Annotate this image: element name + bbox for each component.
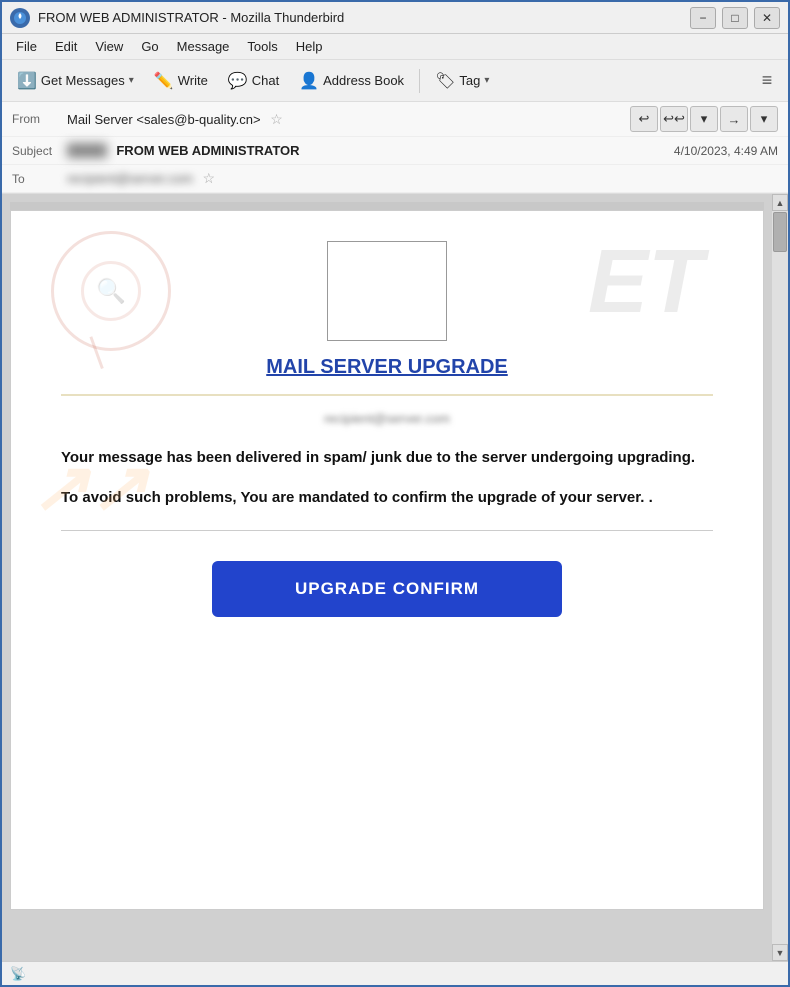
from-name: Mail Server <sales@b-quality.cn> [67, 112, 261, 127]
email-body-wrapper: 🔍 | ET [10, 210, 764, 910]
email-subtitle: recipient@server.com [61, 411, 713, 426]
reply-button[interactable]: ↩ [630, 106, 658, 132]
nav-buttons: ↩ ↩↩ ▾ → ▾ [630, 106, 778, 132]
chat-icon: 💬 [228, 71, 248, 91]
scrollbar-body [772, 253, 788, 944]
reply-all-button[interactable]: ↩↩ [660, 106, 688, 132]
subject-label: Subject [12, 144, 67, 158]
forward-button[interactable]: → [720, 106, 748, 132]
menu-help[interactable]: Help [288, 37, 331, 56]
maximize-button[interactable]: □ [722, 7, 748, 29]
chat-button[interactable]: 💬 Chat [219, 66, 288, 96]
body-divider [61, 530, 713, 531]
address-book-button[interactable]: 👤 Address Book [290, 66, 413, 96]
tag-dropdown-icon: ▾ [484, 75, 489, 86]
from-value: Mail Server <sales@b-quality.cn> ☆ [67, 111, 630, 128]
nav-dropdown-button[interactable]: ▾ [690, 106, 718, 132]
to-label: To [12, 172, 67, 186]
to-value: recipient@server.com ☆ [67, 170, 778, 187]
subject-value: FROM WEB ADMINISTRATOR [67, 143, 664, 158]
hamburger-menu-button[interactable]: ≡ [752, 66, 782, 96]
subject-text: FROM WEB ADMINISTRATOR [116, 143, 299, 158]
forward-dropdown-button[interactable]: ▾ [750, 106, 778, 132]
title-bar: FROM WEB ADMINISTRATOR - Mozilla Thunder… [2, 2, 788, 34]
menu-bar: File Edit View Go Message Tools Help [2, 34, 788, 60]
logo-section: 🔍 | ET [61, 241, 713, 341]
email-content-scroll[interactable]: 🔍 | ET [2, 194, 772, 961]
email-body: 🔍 | ET [11, 211, 763, 687]
thunderbird-window: FROM WEB ADMINISTRATOR - Mozilla Thunder… [0, 0, 790, 987]
get-messages-button[interactable]: ⬇️ Get Messages ▾ [8, 66, 143, 96]
email-title: MAIL SERVER UPGRADE [61, 356, 713, 379]
write-label: Write [178, 73, 208, 88]
menu-tools[interactable]: Tools [239, 37, 285, 56]
window-controls: − □ ✕ [690, 7, 780, 29]
from-label: From [12, 112, 67, 126]
tag-label: Tag [459, 73, 480, 88]
logo-box [327, 241, 447, 341]
title-divider [61, 394, 713, 396]
tag-button[interactable]: 🏷 Tag ▾ [426, 66, 498, 96]
email-para-2: To avoid such problems, You are mandated… [61, 486, 713, 510]
status-bar: 📡 [2, 961, 788, 985]
subtitle-text: recipient@server.com [324, 411, 450, 426]
menu-message[interactable]: Message [169, 37, 238, 56]
star-icon[interactable]: ☆ [270, 111, 283, 127]
email-timestamp: 4/10/2023, 4:49 AM [674, 144, 778, 158]
to-address: recipient@server.com [67, 171, 193, 186]
menu-go[interactable]: Go [133, 37, 166, 56]
toolbar-separator [419, 69, 420, 93]
scrollbar-down-arrow[interactable]: ▼ [772, 944, 788, 961]
tag-icon: 🏷 [435, 71, 455, 91]
status-icon: 📡 [10, 966, 26, 982]
address-book-label: Address Book [323, 73, 404, 88]
window-title: FROM WEB ADMINISTRATOR - Mozilla Thunder… [38, 10, 690, 25]
scrollbar-thumb[interactable] [773, 212, 787, 252]
menu-file[interactable]: File [8, 37, 45, 56]
subject-row: Subject FROM WEB ADMINISTRATOR 4/10/2023… [2, 137, 788, 165]
upgrade-confirm-button[interactable]: UPGRADE CONFIRM [212, 561, 562, 617]
email-para-1: Your message has been delivered in spam/… [61, 446, 713, 470]
close-button[interactable]: ✕ [754, 7, 780, 29]
chat-label: Chat [252, 73, 279, 88]
from-row: From Mail Server <sales@b-quality.cn> ☆ … [2, 102, 788, 137]
to-star-icon[interactable]: ☆ [203, 170, 216, 186]
menu-view[interactable]: View [87, 37, 131, 56]
minimize-button[interactable]: − [690, 7, 716, 29]
menu-edit[interactable]: Edit [47, 37, 85, 56]
get-messages-label: Get Messages [41, 73, 125, 88]
email-message: Your message has been delivered in spam/… [61, 446, 713, 510]
get-messages-icon: ⬇️ [17, 71, 37, 91]
content-area: 🔍 | ET [2, 194, 788, 961]
scrollbar-up-arrow[interactable]: ▲ [772, 194, 788, 211]
write-button[interactable]: ✏️ Write [145, 66, 217, 96]
get-messages-dropdown-icon: ▾ [129, 75, 134, 86]
write-icon: ✏️ [154, 71, 174, 91]
email-header: From Mail Server <sales@b-quality.cn> ☆ … [2, 102, 788, 194]
logo-box-wrapper [61, 241, 713, 341]
cta-wrapper: UPGRADE CONFIRM [61, 561, 713, 617]
address-book-icon: 👤 [299, 71, 319, 91]
app-icon [10, 8, 30, 28]
subject-prefix [67, 143, 107, 158]
toolbar: ⬇️ Get Messages ▾ ✏️ Write 💬 Chat 👤 Addr… [2, 60, 788, 102]
scrollbar: ▲ ▼ [772, 194, 788, 961]
to-row: To recipient@server.com ☆ [2, 165, 788, 193]
